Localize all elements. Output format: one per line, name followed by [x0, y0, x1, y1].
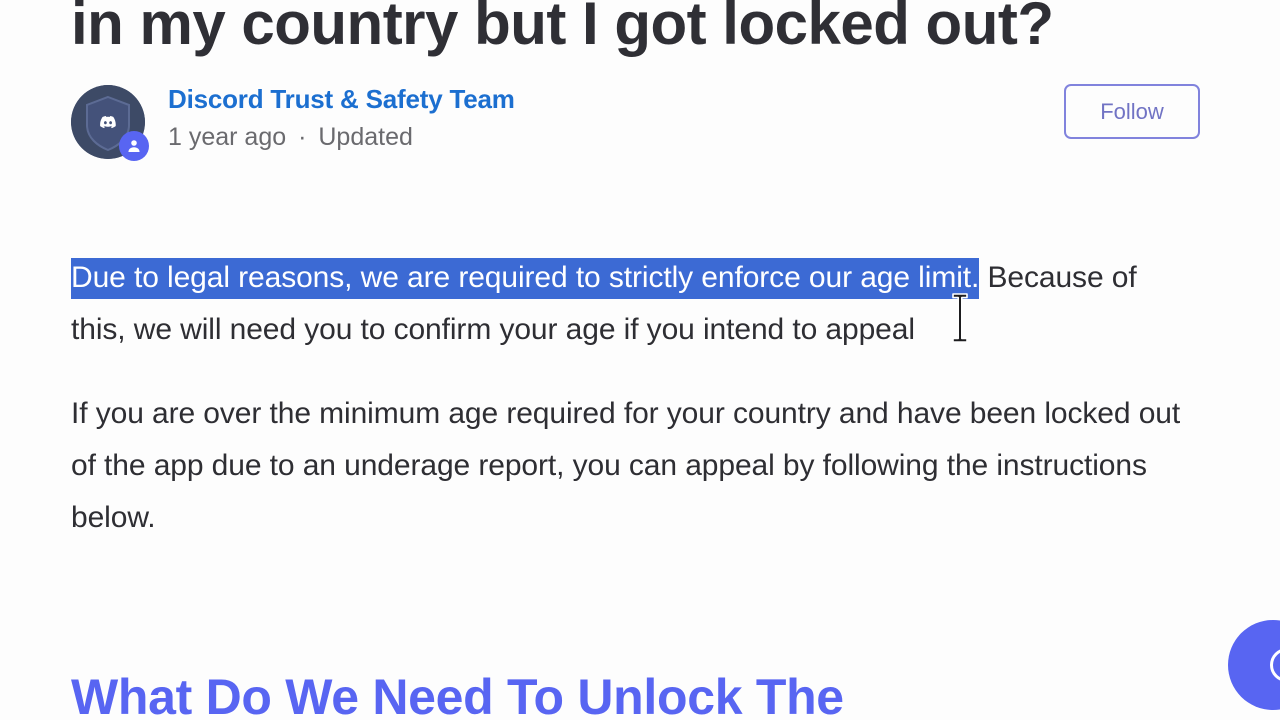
- updated-label: Updated: [318, 123, 413, 151]
- byline-meta: 1 year ago · Updated: [168, 121, 515, 153]
- person-badge-icon: [119, 131, 149, 161]
- section-heading: What Do We Need To Unlock The: [71, 668, 844, 720]
- page-title: in my country but I got locked out?: [71, 0, 1054, 58]
- article-body: Due to legal reasons, we are required to…: [71, 252, 1196, 544]
- avatar: [71, 85, 149, 161]
- help-fab-button[interactable]: [1228, 620, 1280, 710]
- author-link[interactable]: Discord Trust & Safety Team: [168, 82, 515, 116]
- paragraph-1: Due to legal reasons, we are required to…: [71, 252, 1196, 356]
- separator-dot: ·: [298, 123, 307, 151]
- timestamp: 1 year ago: [168, 123, 287, 151]
- article-byline: Discord Trust & Safety Team 1 year ago ·…: [71, 82, 1206, 168]
- help-circle-icon: [1270, 648, 1280, 682]
- byline-text: Discord Trust & Safety Team 1 year ago ·…: [168, 82, 515, 153]
- follow-button[interactable]: Follow: [1064, 84, 1200, 139]
- selected-text[interactable]: Due to legal reasons, we are required to…: [71, 258, 979, 299]
- article-page: in my country but I got locked out? Disc…: [0, 0, 1280, 720]
- paragraph-2: If you are over the minimum age required…: [71, 397, 1181, 534]
